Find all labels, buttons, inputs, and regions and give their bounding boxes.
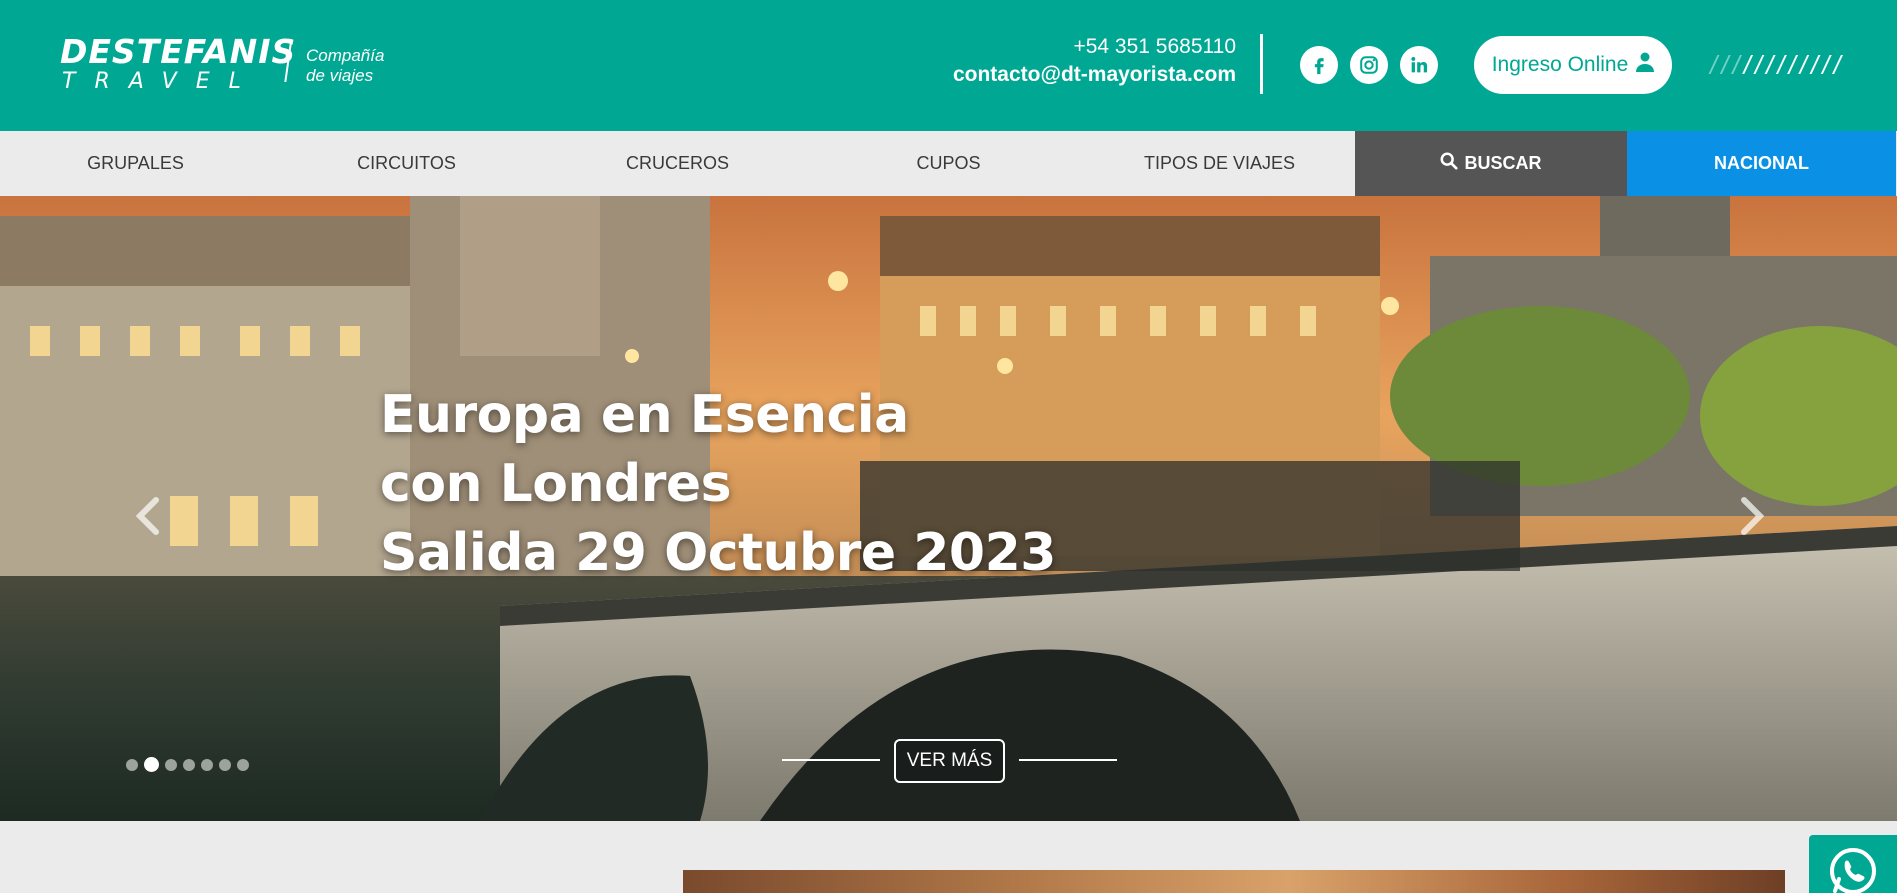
slider-dots — [126, 757, 249, 772]
email-address[interactable]: contacto@dt-mayorista.com — [953, 61, 1236, 89]
facebook-icon[interactable] — [1300, 46, 1338, 84]
login-label: Ingreso Online — [1491, 53, 1629, 76]
nav-item-cruceros[interactable]: CRUCEROS — [542, 131, 813, 196]
phone-number[interactable]: +54 351 5685110 — [953, 33, 1236, 61]
hero-title-line-1: Europa en Esencia — [380, 385, 909, 445]
slider-dot[interactable] — [144, 757, 159, 772]
main-nav: GRUPALES CIRCUITOS CRUCEROS CUPOS TIPOS … — [0, 131, 1897, 196]
tagline-line-2: de viajes — [306, 66, 374, 85]
hero-title-line-3: Salida 29 Octubre 2023 — [380, 523, 1056, 583]
slider-prev-button[interactable] — [128, 486, 168, 546]
search-icon — [1440, 152, 1459, 175]
user-icon — [1636, 52, 1655, 78]
slider-dot[interactable] — [165, 758, 177, 771]
cta-line-right — [1019, 759, 1117, 761]
slider-dot[interactable] — [201, 758, 213, 771]
tagline-line-1: Compañía — [306, 46, 385, 65]
slider-dot[interactable] — [183, 758, 195, 771]
contact-info: +54 351 5685110 contacto@dt-mayorista.co… — [953, 33, 1236, 89]
header-bar: DESTEFANIS TRAVEL Compañía de viajes +54… — [0, 0, 1897, 131]
cta-line-left — [782, 759, 880, 761]
nav-item-grupales[interactable]: GRUPALES — [0, 131, 271, 196]
decorative-stripes: //////////// — [1710, 50, 1845, 80]
slider-dot[interactable] — [126, 758, 138, 771]
logo-name: DESTEFANIS — [60, 32, 297, 71]
nav-item-circuitos[interactable]: CIRCUITOS — [271, 131, 542, 196]
hero-slider: Europa en Esencia con Londres Salida 29 … — [0, 196, 1897, 821]
nav-item-cupos[interactable]: CUPOS — [813, 131, 1084, 196]
hero-title-line-2: con Londres — [380, 454, 732, 514]
nacional-button[interactable]: NACIONAL — [1627, 131, 1896, 196]
search-label: BUSCAR — [1464, 153, 1542, 173]
chevron-right-icon — [1741, 497, 1765, 535]
whatsapp-button[interactable] — [1809, 835, 1897, 893]
logo-subname: TRAVEL — [62, 69, 260, 94]
slider-dot[interactable] — [237, 758, 249, 771]
header-divider — [1260, 34, 1263, 94]
logo-tagline: Compañía de viajes — [306, 46, 384, 86]
logo[interactable]: DESTEFANIS TRAVEL Compañía de viajes — [60, 34, 390, 96]
slider-dot[interactable] — [219, 758, 231, 771]
linkedin-icon[interactable] — [1400, 46, 1438, 84]
search-button[interactable]: BUSCAR — [1355, 131, 1627, 196]
ver-mas-button[interactable]: VER MÁS — [894, 739, 1005, 783]
login-button[interactable]: Ingreso Online — [1474, 36, 1672, 94]
chevron-left-icon — [135, 497, 159, 535]
featured-image[interactable] — [683, 870, 1785, 893]
slider-next-button[interactable] — [1732, 486, 1772, 546]
hero-title: Europa en Esencia con Londres Salida 29 … — [380, 381, 1056, 588]
nav-item-tipos-de-viajes[interactable]: TIPOS DE VIAJES — [1084, 131, 1355, 196]
whatsapp-icon — [1830, 848, 1876, 893]
instagram-icon[interactable] — [1350, 46, 1388, 84]
